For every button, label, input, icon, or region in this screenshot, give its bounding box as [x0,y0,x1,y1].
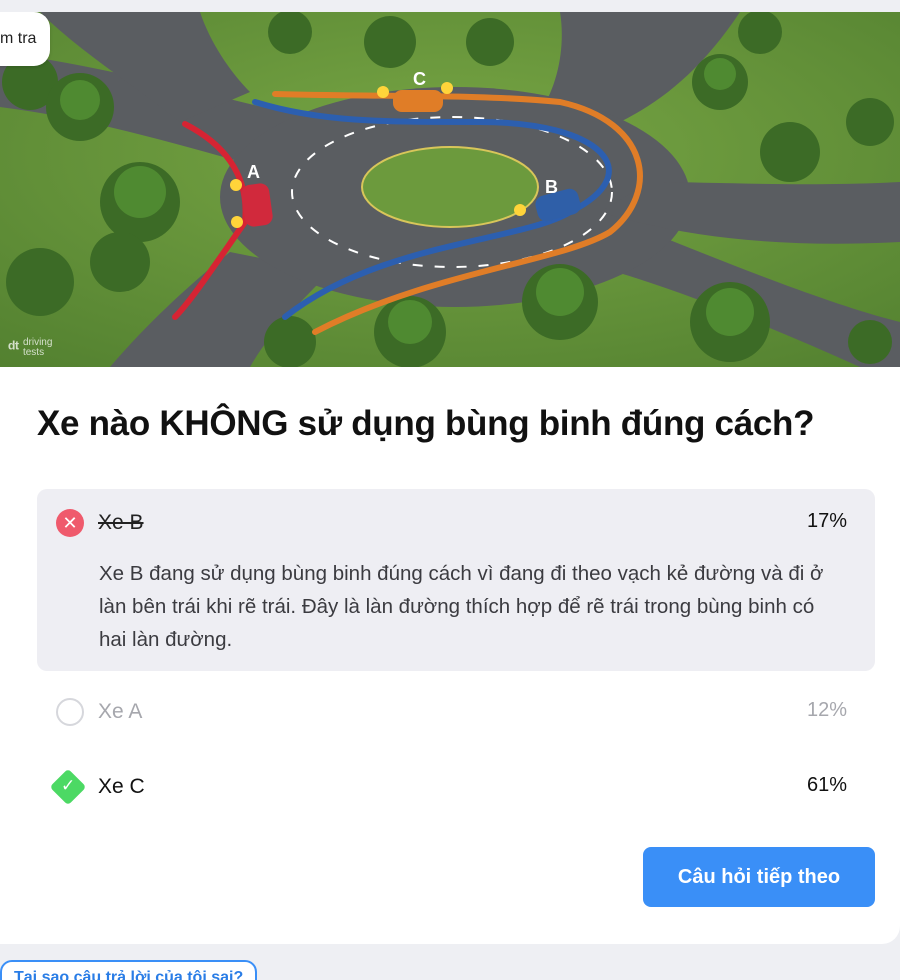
option-a-label: Xe A [98,700,143,723]
watermark-text: driving tests [22,337,53,358]
question-title: Xe nào KHÔNG sử dụng bùng binh đúng cách… [37,404,815,443]
option-b[interactable]: ✕ Xe B 17% Xe B đang sử dụng bùng binh đ… [37,489,875,671]
category-tag[interactable]: m tra [0,12,51,66]
option-b-percent: 17% [806,510,847,532]
category-tag-label: m tra [0,30,37,47]
x-icon: ✕ [56,509,84,537]
next-question-button[interactable]: Câu hỏi tiếp theo [643,847,875,907]
car-label-c: C [413,69,426,89]
option-a[interactable]: Xe A 12% [37,692,875,732]
option-b-label: Xe B [98,511,144,534]
checkmark-glyph-icon: ✓ [61,776,76,795]
watermark: ᵈᵗ driving tests [8,338,52,358]
why-wrong-button[interactable]: Tại sao câu trả lời của tôi sai? [0,960,258,980]
car-label-a: A [247,162,260,182]
radio-empty-icon [56,698,84,726]
roundabout-illustration: A B C ᵈᵗ driving tests [0,12,900,367]
option-c-label: Xe C [98,775,145,798]
option-c-percent: 61% [806,774,847,796]
question-card: A B C ᵈᵗ driving tests m tra Xe nào KHÔN… [0,12,900,944]
car-label-b: B [545,177,558,197]
option-c[interactable]: ✓ Xe C 61% [37,767,875,807]
option-a-percent: 12% [806,699,847,721]
option-b-explanation: Xe B đang sử dụng bùng binh đúng cách vì… [99,562,824,651]
roundabout-image [0,12,900,367]
logo-icon: ᵈᵗ [8,338,19,358]
